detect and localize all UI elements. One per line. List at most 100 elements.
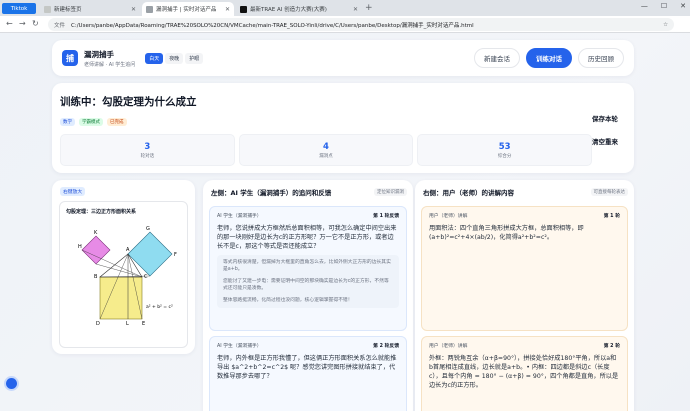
nav-new-session[interactable]: 新建会话 <box>474 48 520 68</box>
message-round: 第 2 轮 <box>603 344 620 349</box>
stat-rounds: 3 轮对话 <box>60 134 235 166</box>
teacher-message: 用户（老师）讲解 第 2 轮 外框：两锐角互余（α+β=90°），拼接处恰好成1… <box>421 336 628 411</box>
nav-history[interactable]: 历史回顾 <box>578 48 624 68</box>
tab-new-tab[interactable]: 新建标签页 ✕ <box>40 2 140 16</box>
stat-value: 4 <box>323 141 329 152</box>
message-text: 老师，您说拼成大方框然后总面积相等，可我怎么确定中间空出来的那一块刚好是边长为c… <box>217 225 397 250</box>
label-C: C <box>144 274 148 280</box>
stat-value: 53 <box>498 141 511 152</box>
message-author: 用户（老师）讲解 <box>429 214 468 219</box>
app-title: 漏洞捕手 <box>84 49 114 59</box>
tab-title: 新建标签页 <box>54 7 82 13</box>
trae-icon <box>240 5 247 13</box>
teacher-panel-tag: 可直接每轮表达 <box>590 188 628 196</box>
tag-mode: 学霸模式 <box>79 118 103 126</box>
label-D: D <box>96 321 100 327</box>
label-G: G <box>146 226 150 232</box>
figure-panel[interactable]: 勾股定理：三边正方形面积关系 H K G F A B C D L E a² + … <box>59 201 188 348</box>
app-header: 捕 漏洞捕手 老师讲解 · AI 学生追问 白天 夜晚 护眼 新建会话 训练对话… <box>52 40 634 76</box>
label-H: H <box>78 244 82 250</box>
message-text: 老师，内外框是正方形我懂了，但这俩正方形面积关系怎么就能推导出 $a^2+b^2… <box>217 355 397 380</box>
label-A: A <box>126 247 130 253</box>
teacher-panel-title: 右侧：用户（老师）的讲解内容 <box>423 189 514 197</box>
message-author: 用户（老师）讲解 <box>429 344 468 349</box>
new-tab-button[interactable]: + <box>365 3 373 13</box>
stat-label: 漏洞点 <box>319 153 333 159</box>
reload-icon[interactable]: ↻ <box>32 19 39 28</box>
stats-row: 3 轮对话 4 漏洞点 53 综合分 <box>60 134 593 166</box>
pythagoras-diagram: H K G F A B C D L E a² + b² = c² <box>78 226 177 327</box>
close-window-icon[interactable]: ✕ <box>680 2 686 10</box>
maximize-icon[interactable]: ☐ <box>661 2 667 10</box>
student-panel: 左侧：AI 学生（漏洞捕手）的追问和反馈 定位知识漏洞 AI 学生（漏洞捕手） … <box>203 180 413 411</box>
tab-active[interactable]: 漏洞捕手 | 实时对话产品 ✕ <box>142 2 234 16</box>
square-c <box>99 276 143 320</box>
feedback-hints: 等式内核很清楚，但漏掉为大框里的直角怎么去，比如外侧大正方形的边长其实是a+b。… <box>217 255 399 308</box>
message-round: 第 1 轮 <box>603 214 620 219</box>
nav-training[interactable]: 训练对话 <box>526 48 572 68</box>
tab-title: 最新TRAE AI 创造力大赛(大赛) <box>250 7 327 13</box>
back-icon[interactable]: ← <box>6 19 13 28</box>
label-F: F <box>174 252 177 258</box>
app-tab[interactable]: Tiktok <box>2 3 36 14</box>
message-author: AI 学生（漏洞捕手） <box>217 214 262 219</box>
label-L: L <box>126 321 129 327</box>
page: 捕 漏洞捕手 老师讲解 · AI 学生追问 白天 夜晚 护眼 新建会话 训练对话… <box>0 33 690 411</box>
window-controls: — ☐ ✕ <box>641 2 686 10</box>
training-tags: 数学 学霸模式 已完成 <box>60 118 127 126</box>
student-panel-title: 左侧：AI 学生（漏洞捕手）的追问和反馈 <box>211 189 332 197</box>
teacher-panel: 右侧：用户（老师）的讲解内容 可直接每轮表达 用户（老师）讲解 第 1 轮 用面… <box>415 180 634 411</box>
student-message: AI 学生（漏洞捕手） 第 1 轮反馈 老师，您说拼成大方框然后总面积相等，可我… <box>209 206 407 331</box>
formula-label: a² + b² = c² <box>146 304 173 310</box>
browser-tabbar: Tiktok 新建标签页 ✕ 漏洞捕手 | 实时对话产品 ✕ 最新TRAE AI… <box>0 0 690 16</box>
training-title: 训练中：勾股定理为什么成立 <box>60 96 197 108</box>
page-icon <box>146 5 153 13</box>
message-round: 第 1 轮反馈 <box>373 214 399 219</box>
reset-button[interactable]: 清空重来 <box>592 136 618 146</box>
figure-title: 勾股定理：三边正方形面积关系 <box>66 209 137 215</box>
tag-subject: 数学 <box>60 118 75 126</box>
app-logo: 捕 <box>62 50 78 66</box>
tab-trae[interactable]: 最新TRAE AI 创造力大赛(大赛) ✕ <box>236 2 362 16</box>
message-round: 第 2 轮反馈 <box>373 344 399 349</box>
doc-label: 文件 <box>54 22 66 29</box>
square-a <box>81 235 111 265</box>
save-button[interactable]: 保存本轮 <box>592 113 618 123</box>
tag-status: 已完成 <box>107 118 127 126</box>
label-K: K <box>94 230 98 236</box>
student-message: AI 学生（漏洞捕手） 第 2 轮反馈 老师，内外框是正方形我懂了，但这俩正方形… <box>209 336 407 411</box>
hint-item: 等式内核很清楚，但漏掉为大框里的直角怎么去，比如外侧大正方形的边长其实是a+b。 <box>223 260 391 272</box>
mode-eye[interactable]: 护眼 <box>185 52 204 64</box>
page-icon <box>44 5 51 13</box>
url-text: C:/Users/panbe/AppData/Roaming/TRAE%20SO… <box>71 22 474 29</box>
message-text: 用面积法：四个直角三角形拼成大方框，总面积相等，即(a+b)²=c²+4×(ab… <box>429 225 584 241</box>
figure-card: 右键放大 勾股定理：三边正方形面积关系 H K G F A B C D L E … <box>52 180 195 354</box>
close-icon[interactable]: ✕ <box>127 6 136 13</box>
hint-item: 您能讨了又建一步电：需要证明中间空的那块确实是边长为c的正方形，不然等式还可能只… <box>223 279 389 291</box>
theme-modes: 白天 夜晚 护眼 <box>145 52 204 64</box>
stat-score: 53 综合分 <box>417 134 593 166</box>
message-author: AI 学生（漏洞捕手） <box>217 344 262 349</box>
url-field[interactable]: 文件 C:/Users/panbe/AppData/Roaming/TRAE%2… <box>48 18 674 31</box>
close-icon[interactable]: ✕ <box>221 6 230 13</box>
message-text: 外框：两锐角互余（α+β=90°），拼接处恰好成180°平角，所以a和b首尾相连… <box>429 355 619 389</box>
training-card: 训练中：勾股定理为什么成立 数学 学霸模式 已完成 3 轮对话 4 漏洞点 53… <box>52 83 634 173</box>
student-panel-tag: 定位知识漏洞 <box>374 188 407 196</box>
zoom-hint: 右键放大 <box>60 187 86 196</box>
address-bar: ← → ↻ 文件 C:/Users/panbe/AppData/Roaming/… <box>0 16 690 33</box>
stat-label: 轮对话 <box>140 153 155 159</box>
label-E: E <box>142 321 145 327</box>
mode-night[interactable]: 夜晚 <box>165 52 184 64</box>
minimize-icon[interactable]: — <box>641 2 648 10</box>
stat-value: 3 <box>144 141 151 152</box>
close-icon[interactable]: ✕ <box>349 6 358 13</box>
stat-label: 综合分 <box>497 153 512 159</box>
assistant-bubble-icon[interactable] <box>6 378 17 389</box>
forward-icon[interactable]: → <box>19 19 26 28</box>
star-icon[interactable]: ☆ <box>657 22 674 28</box>
main-nav: 新建会话 训练对话 历史回顾 <box>474 48 624 68</box>
stat-bugs: 4 漏洞点 <box>238 134 414 166</box>
label-B: B <box>94 274 98 280</box>
hint-item: 整体思路挺流畅，化简过程也没问题，核心逻辑掌握得不错！ <box>223 298 353 303</box>
mode-day[interactable]: 白天 <box>145 52 164 64</box>
